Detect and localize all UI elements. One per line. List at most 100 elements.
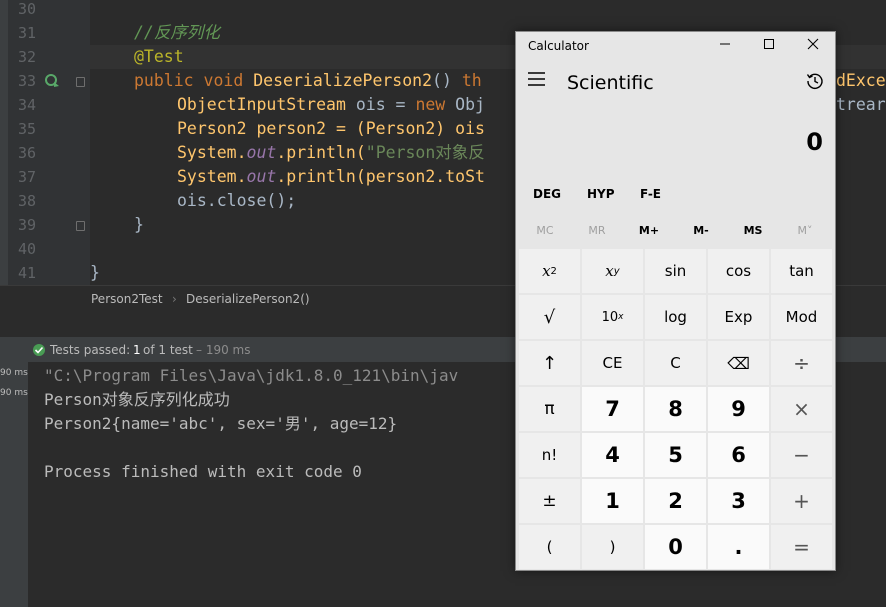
- memory-clear-button[interactable]: MC: [519, 224, 571, 237]
- test-time: 90 ms: [0, 388, 28, 398]
- memory-list-button[interactable]: M˅: [779, 224, 831, 237]
- left-paren-button[interactable]: (: [519, 525, 580, 569]
- code-text: dExce: [836, 71, 886, 90]
- line-number: 33: [17, 72, 36, 90]
- ten-power-button[interactable]: 10 x: [582, 295, 643, 339]
- code-text: System.: [177, 167, 247, 186]
- code-line-36: System.out.println("Person对象反: [177, 141, 485, 165]
- calculator-keypad: x2 xy sin cos tan √ 10 x log Exp Mod ↑ CE…: [519, 249, 834, 569]
- digit-8-button[interactable]: 8: [645, 387, 706, 431]
- negate-button[interactable]: ±: [519, 479, 580, 523]
- square-button[interactable]: x2: [519, 249, 580, 293]
- hamburger-menu-icon[interactable]: [528, 72, 546, 86]
- digit-4-button[interactable]: 4: [582, 433, 643, 477]
- code-line-34-tail: trear: [836, 93, 886, 117]
- keyword: void: [203, 71, 244, 90]
- console-line: "C:\Program Files\Java\jdk1.8.0_121\bin\…: [44, 366, 459, 385]
- digit-0-button[interactable]: 0: [645, 525, 706, 569]
- calculator-window: Calculator Scientific 0 DEG HYP F-E MC M…: [515, 31, 836, 571]
- code-text: Obj: [445, 95, 485, 114]
- line-number: 36: [17, 144, 36, 162]
- code-text: Person2 person2 = (Person2) ois: [177, 119, 485, 138]
- line-number: 32: [17, 48, 36, 66]
- history-icon[interactable]: [806, 72, 824, 90]
- maximize-icon: [764, 39, 774, 49]
- log-button[interactable]: log: [645, 295, 706, 339]
- minus-button[interactable]: −: [771, 433, 832, 477]
- console-line: Process finished with exit code 0: [44, 462, 362, 481]
- run-test-icon[interactable]: [44, 72, 60, 88]
- sin-button[interactable]: sin: [645, 249, 706, 293]
- fe-toggle[interactable]: F-E: [640, 187, 661, 201]
- line-number: 38: [17, 192, 36, 210]
- sqrt-button[interactable]: √: [519, 295, 580, 339]
- key-exponent: y: [613, 265, 620, 277]
- clear-entry-button[interactable]: CE: [582, 341, 643, 385]
- digit-3-button[interactable]: 3: [708, 479, 769, 523]
- code-line-41: }: [90, 261, 100, 285]
- decimal-button[interactable]: .: [708, 525, 769, 569]
- memory-store-button[interactable]: MS: [727, 224, 779, 237]
- code-line-38: ois.close();: [177, 189, 296, 213]
- line-number: 39: [17, 216, 36, 234]
- mod-button[interactable]: Mod: [771, 295, 832, 339]
- memory-add-button[interactable]: M+: [623, 224, 675, 237]
- breadcrumb-class[interactable]: Person2Test: [91, 292, 163, 306]
- check-circle-icon: [33, 344, 45, 356]
- code-text: (): [432, 71, 462, 90]
- hyp-toggle[interactable]: HYP: [587, 187, 615, 201]
- string-literal: "Person对象反: [365, 143, 485, 162]
- code-text: }: [134, 215, 144, 234]
- equals-button[interactable]: =: [771, 525, 832, 569]
- digit-9-button[interactable]: 9: [708, 387, 769, 431]
- clear-button[interactable]: C: [645, 341, 706, 385]
- memory-subtract-button[interactable]: M-: [675, 224, 727, 237]
- code-line-31: //反序列化: [134, 21, 220, 45]
- digit-6-button[interactable]: 6: [708, 433, 769, 477]
- digit-1-button[interactable]: 1: [582, 479, 643, 523]
- calculator-header: Scientific: [516, 60, 835, 106]
- tests-passed-count: 1: [133, 343, 141, 357]
- multiply-button[interactable]: ×: [771, 387, 832, 431]
- keyword: new: [415, 95, 446, 114]
- pi-button[interactable]: π: [519, 387, 580, 431]
- close-button[interactable]: [791, 32, 835, 60]
- console-line: Person对象反序列化成功: [44, 390, 230, 409]
- factorial-button[interactable]: n!: [519, 433, 580, 477]
- keyword: public: [134, 71, 194, 90]
- power-button[interactable]: xy: [582, 249, 643, 293]
- digit-5-button[interactable]: 5: [645, 433, 706, 477]
- tests-total: of 1 test: [143, 343, 193, 357]
- calculator-titlebar[interactable]: Calculator: [516, 32, 835, 60]
- tan-button[interactable]: tan: [771, 249, 832, 293]
- class-name: ObjectInputStream: [177, 95, 346, 114]
- divide-button[interactable]: ÷: [771, 341, 832, 385]
- code-line-33: public void DeserializePerson2() th: [134, 69, 482, 93]
- code-text: trear: [836, 95, 886, 114]
- code-line-34: ObjectInputStream ois = new Obj: [177, 93, 485, 117]
- code-text: ois =: [345, 95, 416, 114]
- line-number: 41: [17, 264, 36, 282]
- code-line-37: System.out.println(person2.toSt: [177, 165, 485, 189]
- minimize-button[interactable]: [703, 32, 747, 60]
- shift-button[interactable]: ↑: [519, 341, 580, 385]
- memory-recall-button[interactable]: MR: [571, 224, 623, 237]
- fold-marker[interactable]: [76, 221, 85, 231]
- code-text: ois.close();: [177, 191, 297, 210]
- test-tree-panel[interactable]: 90 ms 90 ms: [0, 362, 28, 607]
- line-number: 37: [17, 168, 36, 186]
- right-paren-button[interactable]: ): [582, 525, 643, 569]
- digit-7-button[interactable]: 7: [582, 387, 643, 431]
- exp-button[interactable]: Exp: [708, 295, 769, 339]
- keyword: th: [461, 71, 482, 90]
- breadcrumb-method[interactable]: DeserializePerson2(): [186, 292, 310, 306]
- backspace-button[interactable]: ⌫: [708, 341, 769, 385]
- maximize-button[interactable]: [747, 32, 791, 60]
- plus-button[interactable]: +: [771, 479, 832, 523]
- deg-toggle[interactable]: DEG: [533, 187, 561, 201]
- cos-button[interactable]: cos: [708, 249, 769, 293]
- gutter-strip: [0, 0, 8, 285]
- fold-marker[interactable]: [76, 77, 85, 87]
- digit-2-button[interactable]: 2: [645, 479, 706, 523]
- calculator-mode-title: Scientific: [567, 72, 654, 94]
